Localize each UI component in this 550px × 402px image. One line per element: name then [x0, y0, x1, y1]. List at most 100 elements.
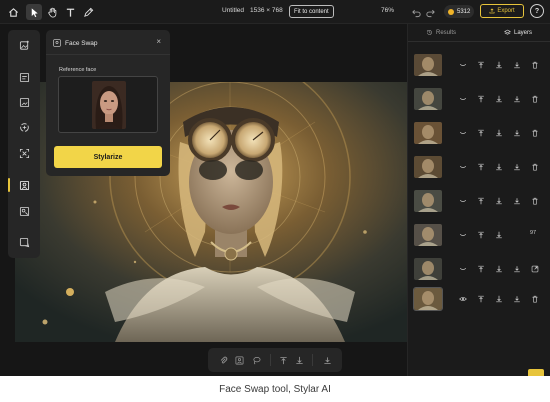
person-icon[interactable]: [234, 355, 244, 365]
help-button[interactable]: ?: [530, 4, 544, 18]
close-icon[interactable]: ×: [156, 37, 161, 46]
chat-widget-tab[interactable]: [528, 369, 544, 376]
generate-image-icon[interactable]: [17, 70, 31, 84]
eye-icon[interactable]: [458, 294, 467, 303]
expand-icon[interactable]: [17, 146, 31, 160]
visibility-icon[interactable]: [458, 60, 467, 69]
style-icon[interactable]: [17, 204, 31, 218]
visibility-icon[interactable]: [458, 196, 467, 205]
layer-row[interactable]: [412, 188, 547, 216]
download-icon[interactable]: [512, 128, 521, 137]
text-icon[interactable]: [62, 4, 78, 20]
lasso-icon[interactable]: [251, 355, 261, 365]
trash-icon[interactable]: [530, 60, 539, 69]
redo-icon[interactable]: [422, 4, 438, 20]
layer-thumbnail[interactable]: [414, 190, 442, 212]
trash-icon[interactable]: [530, 94, 539, 103]
trash-icon[interactable]: [530, 128, 539, 137]
align-top-icon[interactable]: [476, 230, 485, 239]
stylarize-button[interactable]: Stylarize: [54, 146, 162, 168]
layer-thumbnail[interactable]: [413, 287, 443, 311]
align-top-icon[interactable]: [476, 94, 485, 103]
trash-icon[interactable]: [530, 196, 539, 205]
magic-icon[interactable]: [17, 120, 31, 134]
layer-row[interactable]: [412, 286, 547, 314]
layer-thumbnail[interactable]: [414, 156, 442, 178]
align-bottom-icon[interactable]: [494, 294, 503, 303]
external-icon[interactable]: [530, 264, 539, 273]
align-top-icon[interactable]: [476, 264, 485, 273]
visibility-icon[interactable]: [458, 162, 467, 171]
toolbar-separator: [270, 354, 271, 366]
align-bottom-icon[interactable]: [494, 128, 503, 137]
pen-icon[interactable]: [80, 4, 96, 20]
export-button[interactable]: Export: [480, 4, 524, 18]
layer-row[interactable]: [412, 256, 547, 284]
toolbar-separator: [312, 354, 313, 366]
layer-row[interactable]: [412, 120, 547, 148]
layer-thumbnail[interactable]: [414, 122, 442, 144]
face-swap-header: Face Swap: [53, 39, 98, 47]
layer-label: 97: [530, 230, 537, 236]
align-top-icon[interactable]: [476, 162, 485, 171]
visibility-icon[interactable]: [458, 264, 467, 273]
trash-icon[interactable]: [530, 162, 539, 171]
layer-row[interactable]: 97: [412, 222, 547, 250]
credits-badge[interactable]: 5312: [444, 5, 475, 18]
align-top-icon[interactable]: [476, 128, 485, 137]
layer-thumbnail[interactable]: [414, 224, 442, 246]
align-bottom-icon[interactable]: [494, 264, 503, 273]
cursor-icon[interactable]: [26, 4, 42, 20]
layer-row[interactable]: [412, 52, 547, 80]
download-icon[interactable]: [322, 355, 332, 365]
active-tool-indicator: [8, 178, 10, 192]
edit-image-icon[interactable]: [17, 95, 31, 109]
layer-thumbnail[interactable]: [414, 88, 442, 110]
download-icon[interactable]: [512, 294, 521, 303]
tab-results-label: Results: [436, 29, 457, 36]
align-bottom-icon[interactable]: [494, 162, 503, 171]
reference-face-dropzone[interactable]: [58, 76, 158, 133]
download-icon[interactable]: [512, 264, 521, 273]
layer-row[interactable]: [412, 86, 547, 114]
history-icon: [426, 30, 432, 35]
app-window: Untitled 1536 × 768 Fit to content 76% 5…: [0, 0, 550, 376]
visibility-icon[interactable]: [458, 128, 467, 137]
align-top-icon[interactable]: [476, 294, 485, 303]
home-icon[interactable]: [5, 4, 21, 20]
download-icon[interactable]: [512, 94, 521, 103]
document-title[interactable]: Untitled: [222, 7, 244, 14]
align-bottom-icon[interactable]: [494, 60, 503, 69]
layer-thumbnail[interactable]: [414, 54, 442, 76]
panel-divider: [46, 54, 170, 55]
document-size[interactable]: 1536 × 768: [250, 7, 283, 14]
layer-thumbnail[interactable]: [414, 258, 442, 280]
align-top-icon[interactable]: [476, 60, 485, 69]
attach-icon[interactable]: [218, 355, 228, 365]
reference-face-image[interactable]: [92, 81, 126, 129]
align-bottom-icon[interactable]: [494, 196, 503, 205]
align-bottom-icon[interactable]: [494, 230, 503, 239]
crop-icon[interactable]: [17, 235, 31, 249]
visibility-icon[interactable]: [458, 94, 467, 103]
align-top-icon[interactable]: [476, 196, 485, 205]
tab-results[interactable]: Results: [426, 29, 456, 36]
hand-icon[interactable]: [44, 4, 60, 20]
zoom-level[interactable]: 76%: [381, 7, 394, 14]
bottom-toolbar: [208, 348, 342, 372]
align-bottom-icon[interactable]: [294, 355, 304, 365]
download-icon[interactable]: [512, 196, 521, 205]
export-label: Export: [497, 8, 515, 14]
add-image-icon[interactable]: [17, 38, 31, 52]
credits-count: 5312: [457, 8, 471, 15]
align-bottom-icon[interactable]: [494, 94, 503, 103]
download-icon[interactable]: [512, 60, 521, 69]
tab-layers[interactable]: Layers: [504, 29, 532, 36]
visibility-icon[interactable]: [458, 230, 467, 239]
align-top-icon[interactable]: [278, 355, 288, 365]
fit-to-content-button[interactable]: Fit to content: [289, 5, 334, 18]
trash-icon[interactable]: [530, 294, 539, 303]
layer-row[interactable]: [412, 154, 547, 182]
face-swap-icon[interactable]: [17, 178, 31, 192]
download-icon[interactable]: [512, 162, 521, 171]
